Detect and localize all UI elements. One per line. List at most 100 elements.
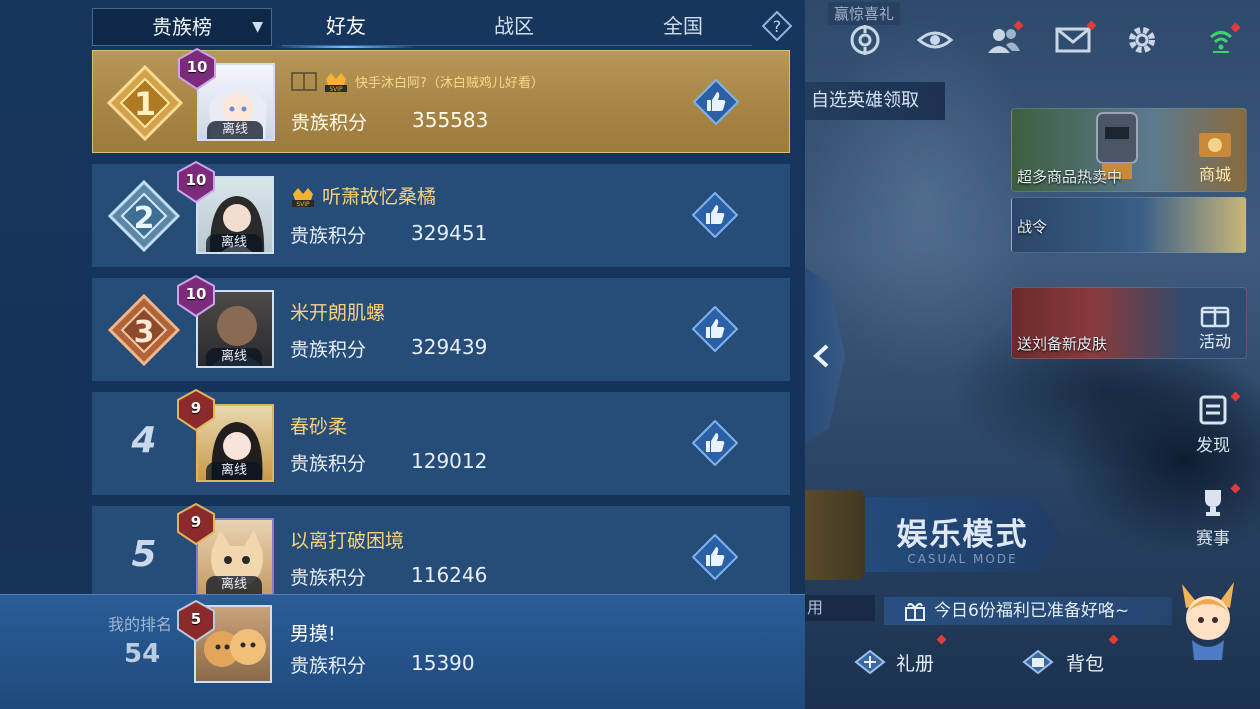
player-name: 快手沐白阿?（沐白贼鸡儿好看） — [355, 75, 544, 91]
tournament-button[interactable]: 赛事 — [1190, 487, 1236, 549]
like-button[interactable] — [692, 534, 738, 580]
rank-bronze-badge-icon: 3 — [107, 293, 181, 367]
leaderboard-row[interactable]: 1 离线 10 SVIP 快手沐白阿?（沐白贼鸡儿好看） 贵族积分 355583 — [92, 47, 790, 153]
level-badge: 9 — [174, 502, 218, 546]
offline-tag: 离线 — [206, 462, 262, 480]
event-label: 活动 — [1198, 332, 1231, 351]
welfare-banner[interactable]: 今日6份福利已准备好咯~ — [884, 597, 1172, 625]
thumbs-up-icon — [693, 79, 739, 125]
player-name: 听萧故忆桑橘 — [322, 186, 437, 208]
tab-divider — [282, 45, 752, 46]
player-name: 以离打破困境 — [290, 530, 405, 552]
score-value: 329439 — [411, 335, 488, 359]
score-value: 329451 — [411, 221, 488, 245]
offline-tag: 离线 — [206, 576, 262, 594]
my-rank-label: 我的排名 — [108, 615, 173, 634]
thumbs-up-icon — [692, 306, 738, 352]
rank-number: 3 — [134, 315, 155, 350]
shop-card[interactable]: 超多商品热卖中 商城 — [1011, 108, 1247, 192]
discover-button[interactable]: 发现 — [1190, 392, 1236, 456]
shop-label: 商城 — [1198, 165, 1231, 184]
battle-pass-caption: 战令 — [1017, 218, 1048, 236]
friends-icon[interactable] — [986, 20, 1024, 58]
event-side: 活动 — [1184, 288, 1246, 358]
my-level-badge: 5 — [174, 599, 218, 643]
offline-tag: 离线 — [207, 121, 263, 139]
score-label: 贵族积分 — [291, 112, 368, 134]
like-button[interactable] — [693, 79, 739, 125]
bag-button[interactable]: 背包 — [1020, 645, 1104, 679]
tab-national[interactable]: 全国 — [623, 8, 743, 46]
svip-crown-icon: SVIP — [292, 187, 314, 208]
tab-region[interactable]: 战区 — [454, 8, 574, 46]
score-value: 116246 — [411, 563, 488, 587]
use-tag[interactable]: 用 — [805, 595, 875, 621]
casual-mode-title: 娱乐模式 — [896, 517, 1029, 553]
my-score-value: 15390 — [411, 651, 475, 675]
bag-label: 背包 — [1066, 652, 1105, 675]
score-label: 贵族积分 — [290, 339, 367, 361]
thumbs-up-icon — [692, 192, 738, 238]
leaderboard-tabs: 贵族榜 ▼ 好友 战区 全国 ? — [92, 8, 802, 48]
rank-gold-badge-icon: 1 — [107, 65, 183, 141]
leaderboard-row[interactable]: 4 离线 9 春砂柔 贵族积分 129012 — [92, 388, 790, 495]
gear-icon[interactable] — [1124, 22, 1160, 58]
tab-friends[interactable]: 好友 — [276, 8, 416, 48]
level-badge: 9 — [174, 388, 218, 432]
rank-number: 2 — [134, 201, 155, 236]
score-label: 贵族积分 — [290, 225, 367, 247]
like-button[interactable] — [692, 306, 738, 352]
leaderboard-row[interactable]: 2 离线 10 SVIP 听萧故忆桑橘 贵族积分 329451 — [92, 160, 790, 267]
casual-mode-subtitle: CASUAL MODE — [907, 552, 1018, 566]
help-icon[interactable]: ? — [762, 11, 792, 41]
shop-side: 商城 — [1184, 109, 1246, 191]
mail-icon[interactable] — [1055, 20, 1097, 58]
pick-hero-banner[interactable]: 自选英雄领取 — [805, 82, 945, 120]
rank-number: 4 — [131, 420, 157, 461]
like-button[interactable] — [692, 192, 738, 238]
name-line: SVIP 快手沐白阿?（沐白贼鸡儿好看） — [291, 69, 544, 93]
mascot-avatar[interactable] — [1172, 574, 1244, 662]
level-number: 9 — [190, 399, 202, 417]
gift-pack-button[interactable]: 礼册 — [852, 645, 934, 679]
rank-silver-badge-icon: 2 — [107, 179, 181, 253]
level-number: 9 — [190, 513, 202, 531]
score-value: 355583 — [412, 108, 489, 132]
my-score-label: 贵族积分 — [290, 655, 367, 677]
like-button[interactable] — [692, 420, 738, 466]
rank-number: 1 — [134, 85, 156, 123]
gift-pack-label: 礼册 — [896, 652, 935, 675]
thumbs-up-icon — [692, 534, 738, 580]
nobility-dropdown[interactable]: 贵族榜 ▼ — [92, 8, 272, 46]
svg-text:SVIP: SVIP — [329, 86, 343, 93]
casual-mode-button[interactable]: 娱乐模式 CASUAL MODE — [865, 497, 1060, 572]
my-level-number: 5 — [190, 610, 202, 628]
leaderboard-row[interactable]: 3 离线 10 米开朗肌螺 贵族积分 329439 — [92, 274, 790, 381]
level-number: 10 — [186, 58, 208, 76]
honor-book-icon — [291, 72, 317, 91]
level-number: 10 — [185, 285, 207, 303]
event-card-caption: 送刘备新皮肤 — [1017, 335, 1108, 353]
eye-icon[interactable] — [917, 22, 953, 58]
svip-crown-icon: SVIP — [325, 73, 347, 93]
thumbs-up-icon — [692, 420, 738, 466]
my-rank-number: 54 — [124, 639, 161, 669]
rank-number: 5 — [131, 534, 157, 575]
battle-pass-card[interactable]: 战令 — [1011, 197, 1247, 253]
target-icon[interactable] — [847, 22, 883, 58]
tournament-label: 赛事 — [1196, 529, 1230, 549]
offline-tag: 离线 — [206, 348, 262, 366]
offline-tag: 离线 — [206, 234, 262, 252]
level-badge: 10 — [175, 47, 219, 91]
chevron-left-icon — [813, 344, 829, 367]
name-line: SVIP 听萧故忆桑橘 — [290, 182, 436, 209]
level-badge: 10 — [174, 160, 218, 204]
my-rank-bar: 我的排名 54 5 男摸! 贵族积分 15390 — [0, 594, 805, 709]
my-player-name: 男摸! — [290, 623, 336, 645]
event-card[interactable]: 送刘备新皮肤 活动 — [1011, 287, 1247, 359]
player-name: 春砂柔 — [290, 416, 348, 438]
discover-label: 发现 — [1196, 436, 1230, 456]
score-label: 贵族积分 — [290, 567, 367, 589]
svg-text:?: ? — [773, 17, 782, 36]
welfare-text: 今日6份福利已准备好咯~ — [934, 601, 1130, 621]
